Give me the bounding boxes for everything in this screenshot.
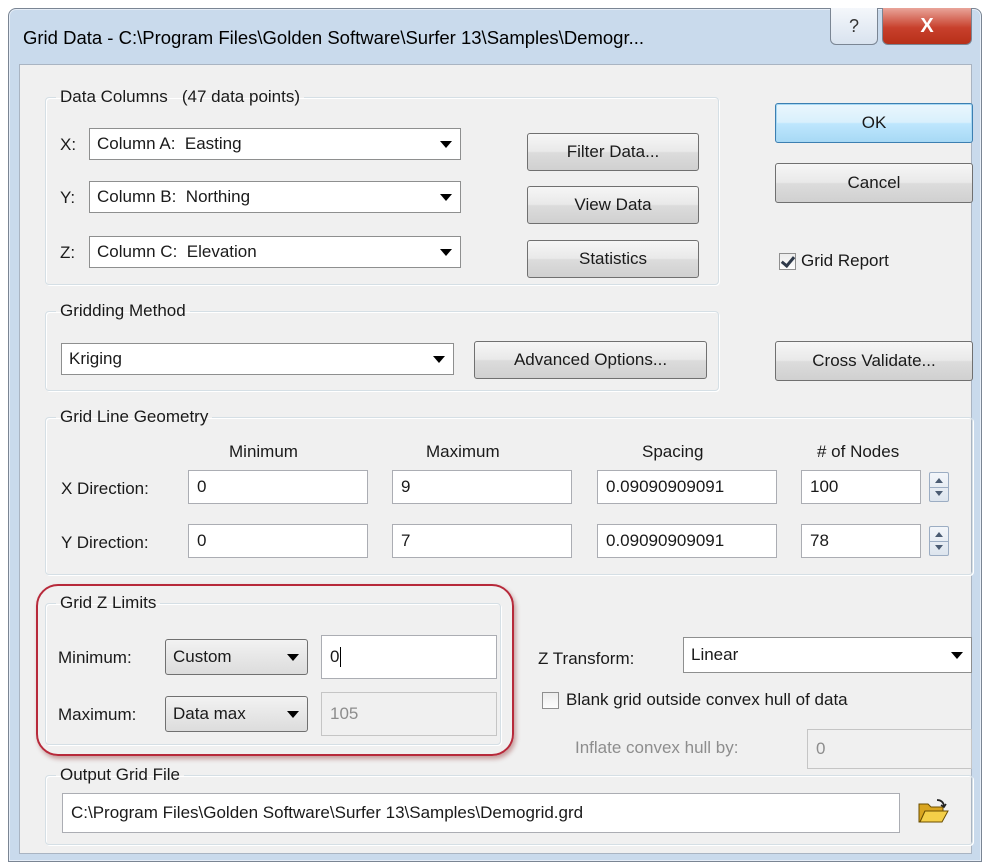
help-button[interactable]: ?: [830, 8, 878, 45]
dialog-window: Grid Data - C:\Program Files\Golden Soft…: [8, 8, 982, 862]
window-title: Grid Data - C:\Program Files\Golden Soft…: [23, 27, 645, 48]
folder-open-icon[interactable]: [917, 799, 949, 825]
y-minimum-field[interactable]: 0: [188, 524, 368, 558]
z-maximum-mode-value: Data max: [173, 704, 246, 723]
z-transform-label: Z Transform:: [538, 649, 635, 668]
z-transform-value: Linear: [691, 645, 739, 664]
data-columns-legend: Data Columns (47 data points): [60, 87, 301, 106]
text-cursor: [340, 647, 342, 667]
y-nodes-spinner[interactable]: [929, 526, 949, 556]
chevron-down-icon: [935, 491, 943, 496]
gridding-method-value: Kriging: [69, 349, 122, 368]
output-grid-file-legend: Output Grid File: [60, 765, 180, 784]
advanced-options-button[interactable]: Advanced Options...: [474, 341, 707, 379]
close-button[interactable]: X: [882, 8, 972, 45]
x-nodes-field[interactable]: 100: [801, 470, 921, 504]
chevron-down-icon: [433, 356, 445, 363]
z-maximum-mode-select[interactable]: Data max: [165, 696, 308, 732]
x-nodes-spinner[interactable]: [929, 472, 949, 502]
z-maximum-label: Maximum:: [58, 705, 137, 724]
blank-outside-hull-checkbox[interactable]: [542, 692, 559, 709]
x-minimum-field[interactable]: 0: [188, 470, 368, 504]
z-maximum-value-field: 105: [321, 692, 497, 736]
x-column-value: Column A: Easting: [97, 134, 242, 153]
y-maximum-field[interactable]: 7: [392, 524, 572, 558]
z-minimum-mode-value: Custom: [173, 647, 232, 666]
chevron-down-icon: [440, 141, 452, 148]
chevron-down-icon: [287, 654, 299, 661]
ok-button[interactable]: OK: [775, 103, 973, 143]
z-minimum-value-field[interactable]: 0: [321, 635, 497, 679]
cancel-button[interactable]: Cancel: [775, 163, 973, 203]
statistics-button[interactable]: Statistics: [527, 240, 699, 278]
inflate-hull-field: 0: [807, 729, 972, 769]
y-spacing-field[interactable]: 0.09090909091: [597, 524, 777, 558]
grid-report-label: Grid Report: [801, 251, 889, 270]
filter-data-button[interactable]: Filter Data...: [527, 133, 699, 171]
chevron-up-icon: [935, 532, 943, 537]
chevron-up-icon: [935, 478, 943, 483]
maximum-header: Maximum: [426, 442, 500, 461]
inflate-hull-label: Inflate convex hull by:: [575, 738, 739, 757]
z-minimum-mode-select[interactable]: Custom: [165, 639, 308, 675]
y-column-value: Column B: Northing: [97, 187, 251, 206]
grid-report-checkbox[interactable]: [779, 253, 796, 270]
y-nodes-field[interactable]: 78: [801, 524, 921, 558]
grid-z-limits-legend: Grid Z Limits: [60, 593, 157, 612]
nodes-header: # of Nodes: [817, 442, 900, 461]
minimum-header: Minimum: [229, 442, 298, 461]
x-column-label: X:: [60, 135, 77, 154]
x-maximum-field[interactable]: 9: [392, 470, 572, 504]
chevron-down-icon: [440, 249, 452, 256]
view-data-button[interactable]: View Data: [527, 186, 699, 224]
z-transform-select[interactable]: Linear: [683, 637, 972, 673]
help-icon: ?: [848, 15, 859, 36]
x-column-select[interactable]: Column A: Easting: [89, 128, 461, 160]
z-minimum-label: Minimum:: [58, 648, 132, 667]
spacing-header: Spacing: [642, 442, 704, 461]
blank-outside-hull-label: Blank grid outside convex hull of data: [566, 690, 848, 709]
chevron-down-icon: [951, 652, 963, 659]
gridding-method-select[interactable]: Kriging: [61, 343, 454, 375]
output-file-path-field[interactable]: C:\Program Files\Golden Software\Surfer …: [62, 793, 900, 833]
z-column-select[interactable]: Column C: Elevation: [89, 236, 461, 268]
chevron-down-icon: [440, 194, 452, 201]
chevron-down-icon: [935, 545, 943, 550]
close-icon: X: [920, 14, 934, 37]
dialog-client: Data Columns (47 data points) X: Column …: [19, 64, 973, 854]
z-minimum-value: 0: [330, 647, 340, 666]
chevron-down-icon: [287, 711, 299, 718]
x-direction-label: X Direction:: [61, 479, 149, 498]
y-column-select[interactable]: Column B: Northing: [89, 181, 461, 213]
z-column-label: Z:: [60, 243, 76, 262]
grid-line-geometry-legend: Grid Line Geometry: [60, 407, 209, 426]
x-spacing-field[interactable]: 0.09090909091: [597, 470, 777, 504]
cross-validate-button[interactable]: Cross Validate...: [775, 341, 973, 381]
y-direction-label: Y Direction:: [61, 533, 149, 552]
y-column-label: Y:: [60, 188, 76, 207]
gridding-method-legend: Gridding Method: [60, 301, 186, 320]
z-column-value: Column C: Elevation: [97, 242, 257, 261]
